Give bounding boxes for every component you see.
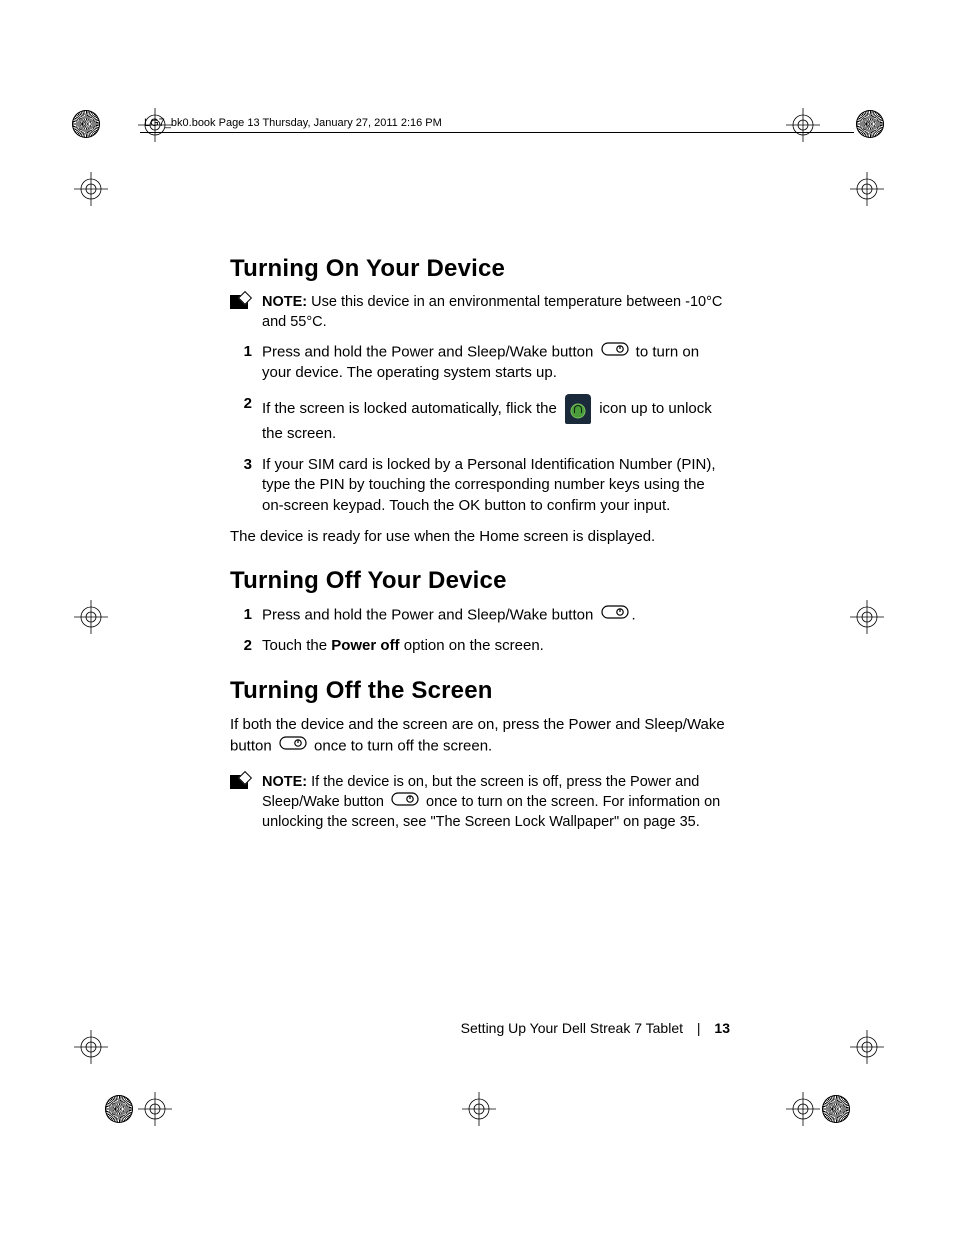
crop-texture-icon bbox=[72, 110, 100, 138]
registration-mark-icon bbox=[74, 1030, 108, 1064]
page-footer: Setting Up Your Dell Streak 7 Tablet | 1… bbox=[230, 1020, 730, 1036]
page-number: 13 bbox=[714, 1020, 730, 1036]
heading-turning-off: Turning Off Your Device bbox=[230, 567, 730, 595]
list-item: 3 If your SIM card is locked by a Person… bbox=[230, 455, 730, 517]
heading-screen-off: Turning Off the Screen bbox=[230, 677, 730, 705]
power-button-icon bbox=[601, 605, 629, 626]
section-turning-off: Turning Off Your Device 1 Press and hold… bbox=[230, 567, 730, 657]
power-button-icon bbox=[601, 342, 629, 363]
step-text: If the screen is locked automatically, f… bbox=[262, 394, 730, 445]
header-text: LG7_bk0.book Page 13 Thursday, January 2… bbox=[144, 117, 442, 129]
registration-mark-icon bbox=[850, 1030, 884, 1064]
footer-chapter: Setting Up Your Dell Streak 7 Tablet bbox=[461, 1020, 683, 1036]
registration-mark-icon bbox=[74, 600, 108, 634]
note-label: NOTE: bbox=[262, 774, 307, 790]
step-number: 2 bbox=[230, 394, 262, 445]
list-item: 1 Press and hold the Power and Sleep/Wak… bbox=[230, 605, 730, 626]
note-block: NOTE: Use this device in an environmenta… bbox=[230, 293, 730, 332]
paragraph: The device is ready for use when the Hom… bbox=[230, 527, 730, 548]
step-text: Press and hold the Power and Sleep/Wake … bbox=[262, 605, 730, 626]
crop-texture-icon bbox=[105, 1095, 133, 1123]
heading-turning-on: Turning On Your Device bbox=[230, 255, 730, 283]
note-icon bbox=[230, 295, 248, 309]
section-turning-on: Turning On Your Device NOTE: Use this de… bbox=[230, 255, 730, 547]
step-text: If your SIM card is locked by a Personal… bbox=[262, 455, 730, 517]
list-item: 1 Press and hold the Power and Sleep/Wak… bbox=[230, 342, 730, 384]
step-number: 1 bbox=[230, 605, 262, 626]
step-number: 2 bbox=[230, 636, 262, 657]
list-item: 2 If the screen is locked automatically,… bbox=[230, 394, 730, 445]
page-content: Turning On Your Device NOTE: Use this de… bbox=[230, 255, 730, 852]
power-button-icon bbox=[279, 736, 307, 757]
note-icon bbox=[230, 775, 248, 789]
paragraph: If both the device and the screen are on… bbox=[230, 715, 730, 757]
steps-turning-off: 1 Press and hold the Power and Sleep/Wak… bbox=[230, 605, 730, 657]
page: LG7_bk0.book Page 13 Thursday, January 2… bbox=[0, 0, 954, 1235]
power-button-icon bbox=[391, 792, 419, 813]
steps-turning-on: 1 Press and hold the Power and Sleep/Wak… bbox=[230, 342, 730, 516]
note-block: NOTE: If the device is on, but the scree… bbox=[230, 773, 730, 833]
list-item: 2 Touch the Power off option on the scre… bbox=[230, 636, 730, 657]
crop-texture-icon bbox=[822, 1095, 850, 1123]
page-header-line: LG7_bk0.book Page 13 Thursday, January 2… bbox=[140, 117, 854, 133]
registration-mark-icon bbox=[74, 172, 108, 206]
step-text: Press and hold the Power and Sleep/Wake … bbox=[262, 342, 730, 384]
step-number: 1 bbox=[230, 342, 262, 384]
section-screen-off: Turning Off the Screen If both the devic… bbox=[230, 677, 730, 832]
registration-mark-icon bbox=[138, 1092, 172, 1126]
note-label: NOTE: bbox=[262, 294, 307, 310]
footer-separator: | bbox=[697, 1020, 701, 1036]
note-text: NOTE: Use this device in an environmenta… bbox=[262, 293, 730, 332]
registration-mark-icon bbox=[462, 1092, 496, 1126]
registration-mark-icon bbox=[850, 172, 884, 206]
step-number: 3 bbox=[230, 455, 262, 517]
power-off-bold: Power off bbox=[331, 637, 399, 654]
registration-mark-icon bbox=[850, 600, 884, 634]
lock-icon bbox=[565, 394, 591, 424]
step-text: Touch the Power off option on the screen… bbox=[262, 636, 730, 657]
crop-texture-icon bbox=[856, 110, 884, 138]
registration-mark-icon bbox=[786, 1092, 820, 1126]
note-text: NOTE: If the device is on, but the scree… bbox=[262, 773, 730, 833]
